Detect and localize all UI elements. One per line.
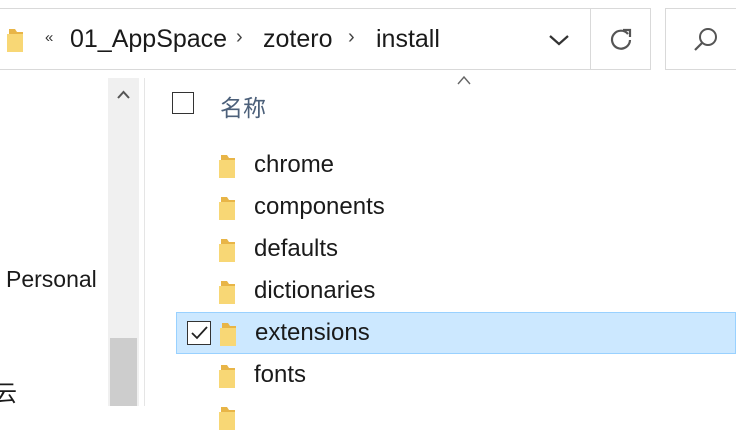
folder-icon [218,195,238,221]
folder-icon [219,321,239,347]
file-row-extensions[interactable]: extensions [176,312,736,354]
sort-up-icon [456,73,472,85]
nav-item-personal[interactable]: Personal [6,266,97,293]
address-bar[interactable]: « 01_AppSpace › zotero › install [0,8,651,70]
folder-icon [218,237,238,263]
select-all-checkbox[interactable] [172,92,194,114]
scroll-thumb[interactable] [110,338,137,406]
breadcrumb-item-zotero[interactable]: zotero [263,25,332,54]
refresh-icon [608,26,634,57]
file-row-partial[interactable] [176,397,736,437]
file-name: fonts [254,361,307,388]
scroll-up-icon[interactable] [108,78,139,112]
folder-icon [218,363,238,389]
folder-icon [6,27,26,53]
row-checkbox[interactable] [187,321,211,345]
file-row-dictionaries[interactable]: dictionaries [176,271,736,311]
file-name: chrome [254,151,335,178]
breadcrumb-overflow-button[interactable]: « [45,29,53,46]
column-header-name[interactable]: 名称 [220,89,266,123]
nav-scrollbar[interactable] [108,78,139,406]
file-name: dictionaries [254,277,376,304]
nav-item-partial[interactable]: 云 [0,374,17,408]
breadcrumb-separator[interactable]: › [348,26,355,49]
folder-icon [218,153,238,179]
pane-divider[interactable] [144,78,145,406]
breadcrumb-separator[interactable]: › [236,26,243,49]
chevron-down-icon[interactable] [542,23,576,57]
breadcrumb-item-appspace[interactable]: 01_AppSpace [70,25,227,54]
search-input[interactable] [665,8,736,70]
file-row-chrome[interactable]: chrome [176,145,736,185]
folder-icon [218,405,238,431]
file-row-fonts[interactable]: fonts [176,355,736,395]
file-name: defaults [254,235,339,262]
search-icon [692,26,720,59]
breadcrumb-item-install[interactable]: install [376,25,440,54]
file-name: components [254,193,385,220]
folder-icon [218,279,238,305]
file-row-components[interactable]: components [176,187,736,227]
navigation-pane: Personal 云 [0,78,140,406]
refresh-button[interactable] [590,9,650,69]
file-name: extensions [255,319,370,346]
file-row-defaults[interactable]: defaults [176,229,736,269]
